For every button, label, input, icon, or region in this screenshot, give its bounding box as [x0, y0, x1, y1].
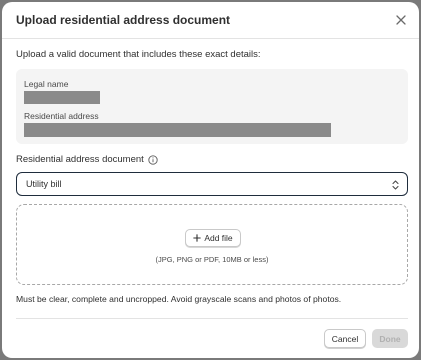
document-field-label: Residential address document — [16, 154, 158, 165]
file-dropzone[interactable]: Add file (JPG, PNG or PDF, 10MB or less) — [16, 204, 408, 285]
document-type-select[interactable]: Utility bill — [16, 172, 408, 196]
add-file-label: Add file — [204, 233, 233, 243]
file-requirements-hint: (JPG, PNG or PDF, 10MB or less) — [155, 255, 269, 264]
done-button[interactable]: Done — [372, 329, 408, 348]
document-type-selected: Utility bill — [26, 179, 62, 189]
residential-address-redacted — [24, 123, 331, 137]
info-icon[interactable] — [148, 154, 158, 165]
footer-divider — [16, 318, 408, 319]
plus-icon — [193, 234, 202, 242]
legal-name-label: Legal name — [24, 79, 69, 89]
add-file-button[interactable]: Add file — [185, 229, 241, 247]
upload-modal: Upload residential address document Uplo… — [2, 2, 419, 358]
legal-name-redacted — [24, 91, 100, 104]
close-button[interactable] — [392, 11, 410, 29]
chevron-updown-icon — [391, 178, 400, 196]
intro-text: Upload a valid document that includes th… — [16, 49, 261, 60]
close-icon — [396, 15, 406, 25]
modal-header: Upload residential address document — [2, 2, 419, 39]
document-field-label-text: Residential address document — [16, 154, 144, 165]
upload-guidance-text: Must be clear, complete and uncropped. A… — [16, 294, 342, 304]
residential-address-label: Residential address — [24, 111, 99, 121]
details-panel: Legal name Residential address — [16, 69, 408, 144]
cancel-button[interactable]: Cancel — [324, 329, 366, 348]
modal-title: Upload residential address document — [16, 13, 231, 27]
